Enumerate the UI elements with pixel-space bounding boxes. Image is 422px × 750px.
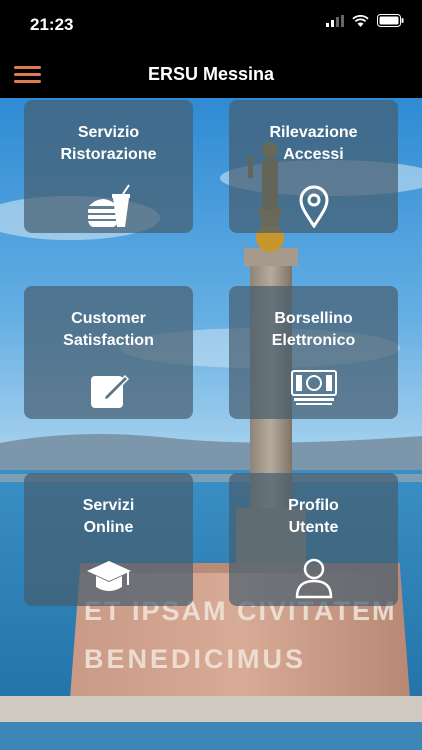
system-icons bbox=[326, 14, 404, 27]
status-bar: 21:23 bbox=[0, 0, 422, 50]
tile-rilevazione-accessi[interactable]: Rilevazione Accessi bbox=[229, 100, 398, 233]
tile-label: Profilo Utente bbox=[288, 497, 339, 536]
tile-label: Servizio Ristorazione bbox=[60, 124, 157, 163]
tile-label: Servizi Online bbox=[82, 497, 135, 536]
tile-label: Customer Satisfaction bbox=[63, 310, 154, 349]
user-profile-icon bbox=[295, 558, 332, 599]
tile-profilo-utente[interactable]: Profilo Utente bbox=[229, 473, 398, 606]
nav-bar: ERSU Messina bbox=[0, 50, 422, 98]
tile-servizi-online[interactable]: Servizi Online bbox=[24, 473, 193, 606]
banknote-icon bbox=[290, 370, 337, 405]
battery-icon bbox=[377, 14, 404, 27]
status-time: 21:23 bbox=[30, 15, 74, 34]
location-pin-icon bbox=[298, 185, 329, 228]
tile-borsellino-elettronico[interactable]: Borsellino Elettronico bbox=[229, 286, 398, 419]
tile-label: Borsellino Elettronico bbox=[271, 310, 356, 349]
inscription-line2: BENEDICIMUS bbox=[84, 644, 306, 674]
page-title: ERSU Messina bbox=[147, 64, 275, 84]
signal-icon bbox=[326, 14, 344, 27]
fast-food-icon bbox=[87, 184, 130, 227]
wifi-icon bbox=[352, 14, 369, 27]
graduation-cap-icon bbox=[86, 561, 131, 591]
tile-customer-satisfaction[interactable]: Customer Satisfaction bbox=[24, 286, 193, 419]
tile-servizio-ristorazione[interactable]: Servizio Ristorazione bbox=[24, 100, 193, 233]
edit-note-icon bbox=[90, 374, 129, 408]
tile-label: Rilevazione Accessi bbox=[269, 124, 358, 163]
